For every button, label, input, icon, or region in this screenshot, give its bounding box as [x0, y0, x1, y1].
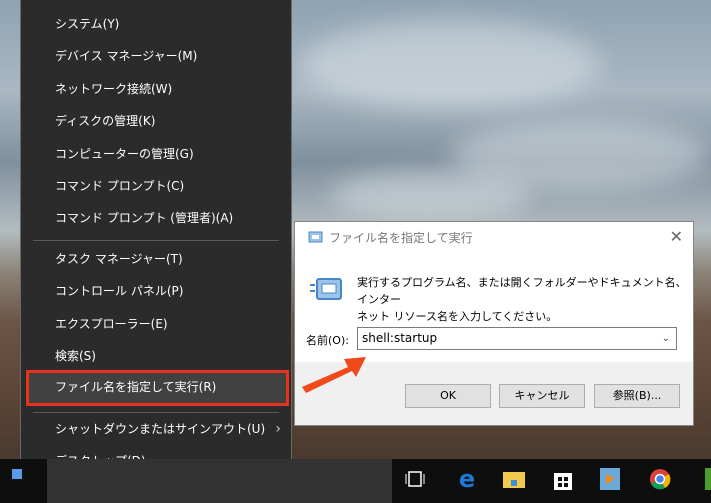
- menu-item-task-manager[interactable]: タスク マネージャー(T): [21, 244, 291, 274]
- menu-item-explorer[interactable]: エクスプローラー(E): [21, 309, 291, 339]
- windows-start-icon[interactable]: [12, 469, 22, 479]
- run-icon: [308, 231, 323, 243]
- run-command-input[interactable]: shell:startup ⌄: [357, 327, 677, 350]
- app-icon[interactable]: [698, 466, 711, 492]
- menu-item-command-prompt[interactable]: コマンド プロンプト(C): [21, 171, 291, 201]
- run-program-icon: [310, 278, 342, 300]
- cancel-button[interactable]: キャンセル: [499, 384, 585, 408]
- dialog-titlebar: ファイル名を指定して実行: [295, 222, 693, 252]
- chevron-right-icon: ›: [275, 421, 281, 437]
- menu-item-command-prompt-admin[interactable]: コマンド プロンプト (管理者)(A): [21, 203, 291, 233]
- edge-icon[interactable]: e: [454, 465, 480, 493]
- run-dialog: ファイル名を指定して実行 ✕ 実行するプログラム名、または開くフォルダーやドキュ…: [294, 221, 694, 426]
- menu-item-run[interactable]: ファイル名を指定して実行(R): [26, 370, 289, 406]
- dialog-description-line1: 実行するプログラム名、または開くフォルダーやドキュメント名、インター: [357, 276, 687, 306]
- menu-separator: [33, 412, 279, 413]
- menu-item-shutdown[interactable]: シャットダウンまたはサインアウト(U) ›: [21, 414, 291, 444]
- menu-item-system[interactable]: システム(Y): [21, 9, 291, 39]
- media-player-icon[interactable]: [597, 466, 623, 492]
- chrome-icon[interactable]: [647, 466, 673, 492]
- menu-item-control-panel[interactable]: コントロール パネル(P): [21, 276, 291, 306]
- menu-item-shutdown-label: シャットダウンまたはサインアウト(U): [55, 422, 266, 436]
- annotation-arrow-icon: [302, 357, 366, 393]
- browse-button[interactable]: 参照(B)...: [594, 384, 680, 408]
- menu-item-computer-management[interactable]: コンピューターの管理(G): [21, 139, 291, 169]
- menu-separator: [33, 240, 279, 241]
- start-context-menu: システム(Y) デバイス マネージャー(M) ネットワーク接続(W) ディスクの…: [20, 0, 292, 484]
- chevron-down-icon[interactable]: ⌄: [662, 328, 670, 349]
- ok-button[interactable]: OK: [405, 384, 491, 408]
- menu-item-search[interactable]: 検索(S): [21, 341, 291, 371]
- task-view-icon[interactable]: [402, 466, 428, 492]
- name-label: 名前(O):: [306, 334, 349, 347]
- close-icon[interactable]: ✕: [670, 227, 683, 246]
- run-command-value: shell:startup: [362, 331, 438, 345]
- menu-item-device-manager[interactable]: デバイス マネージャー(M): [21, 41, 291, 71]
- store-icon[interactable]: [550, 466, 576, 492]
- file-explorer-icon[interactable]: [501, 466, 527, 492]
- menu-item-network[interactable]: ネットワーク接続(W): [21, 74, 291, 104]
- menu-item-disk-management[interactable]: ディスクの管理(K): [21, 106, 291, 136]
- taskbar-search-box[interactable]: [47, 459, 392, 503]
- dialog-description-line2: ネット リソース名を入力してください。: [357, 310, 558, 323]
- dialog-title: ファイル名を指定して実行: [329, 230, 473, 245]
